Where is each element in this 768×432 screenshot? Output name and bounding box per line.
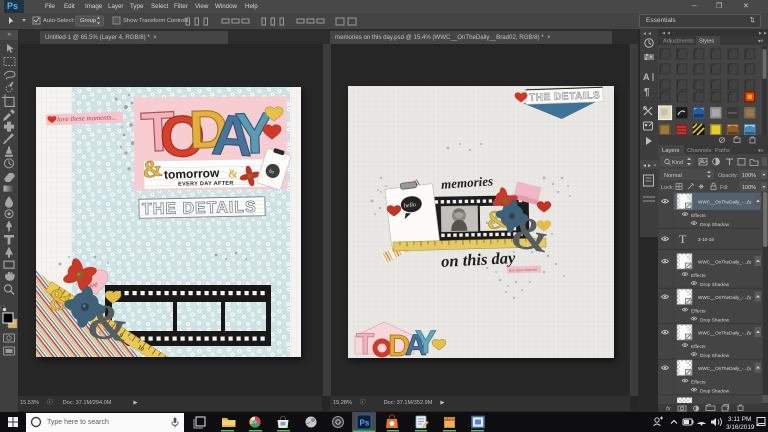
svg-text:3/16/2019: 3/16/2019 <box>726 424 755 431</box>
svg-text:&: & <box>141 155 164 184</box>
svg-text:◄◄: ◄◄ <box>661 31 671 37</box>
svg-text:fx: fx <box>747 260 752 266</box>
svg-text:tomorrow: tomorrow <box>164 166 220 182</box>
svg-text:►►: ►► <box>758 31 768 37</box>
svg-text:fx: fx <box>747 367 752 373</box>
svg-text:Effects: Effects <box>691 273 706 279</box>
svg-text:Styles: Styles <box>699 39 714 45</box>
svg-text:T: T <box>679 232 687 246</box>
svg-text:fx: fx <box>747 331 752 337</box>
svg-text:Drop Shadow: Drop Shadow <box>700 222 730 228</box>
svg-text:Effects: Effects <box>691 213 706 219</box>
svg-text:WWC__OnTheDaily_-...: WWC__OnTheDaily_-... <box>698 200 747 205</box>
svg-text:THE DETAILS: THE DETAILS <box>142 199 257 218</box>
svg-text:WWC__OnTheDaily_-...: WWC__OnTheDaily_-... <box>698 331 747 336</box>
svg-text:WWC__OnTheDaily_-...: WWC__OnTheDaily_-... <box>698 260 747 265</box>
svg-text:100%: 100% <box>742 173 756 179</box>
svg-text:100%: 100% <box>742 185 756 191</box>
svg-text:Ps: Ps <box>360 419 370 428</box>
svg-text:Layers: Layers <box>662 148 680 154</box>
svg-text:¶: ¶ <box>644 87 650 98</box>
svg-text:3:11 PM: 3:11 PM <box>728 416 751 423</box>
svg-text:A: A <box>643 72 650 82</box>
svg-text:Effects: Effects <box>691 379 706 385</box>
svg-text:Paths: Paths <box>715 148 730 154</box>
svg-text:Adjustments: Adjustments <box>663 39 694 45</box>
svg-text:fx: fx <box>747 296 752 302</box>
svg-text:WWC__OnTheDaily_-...: WWC__OnTheDaily_-... <box>698 295 747 300</box>
svg-text:Drop Shadow: Drop Shadow <box>700 353 730 359</box>
svg-text:▾≡: ▾≡ <box>758 148 764 154</box>
svg-text:Drop Shadow: Drop Shadow <box>700 317 730 323</box>
svg-text:fx: fx <box>747 200 752 206</box>
svg-text:WWC__OnTheDaily_-...: WWC__OnTheDaily_-... <box>698 366 747 371</box>
svg-text:Effects: Effects <box>691 344 706 350</box>
svg-text:Normal: Normal <box>664 173 682 179</box>
svg-text:◄► ×: ◄► × <box>642 163 656 169</box>
svg-text:Lock:: Lock: <box>661 185 675 191</box>
svg-text:◄◄: ◄◄ <box>642 31 652 37</box>
svg-text:Drop Shadow: Drop Shadow <box>700 282 730 288</box>
svg-text:Opacity:: Opacity: <box>718 173 739 179</box>
svg-text:Channels: Channels <box>687 148 712 154</box>
svg-text:EVERY DAY AFTER: EVERY DAY AFTER <box>178 181 234 188</box>
svg-text:Kind: Kind <box>672 160 683 166</box>
svg-text:T: T <box>356 328 374 358</box>
svg-text:&: & <box>228 166 238 180</box>
svg-text:on this day: on this day <box>441 248 517 271</box>
svg-text:Effects: Effects <box>691 308 706 314</box>
svg-text:Fill:: Fill: <box>720 185 729 191</box>
svg-text:3-10-19: 3-10-19 <box>698 237 714 242</box>
svg-text:▾≡: ▾≡ <box>758 39 764 45</box>
svg-text:Drop Shadow: Drop Shadow <box>700 388 730 394</box>
